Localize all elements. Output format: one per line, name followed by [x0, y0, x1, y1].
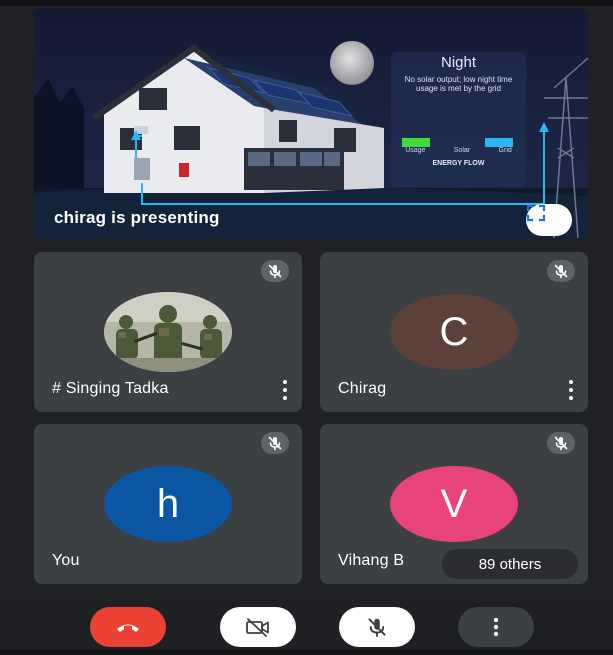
mic-off-icon: [554, 436, 568, 451]
camera-toggle-button[interactable]: [220, 607, 296, 647]
avatar-initial: V: [390, 466, 518, 542]
more-vertical-icon: [283, 380, 287, 384]
end-call-button[interactable]: [90, 607, 166, 647]
call-controls-bar: [0, 597, 613, 655]
mic-off-icon: [268, 436, 282, 451]
fullscreen-button[interactable]: [526, 204, 572, 236]
participant-tile[interactable]: # Singing Tadka: [34, 252, 302, 412]
flow-key-grid: Grid: [498, 147, 512, 154]
participant-name: # Singing Tadka: [52, 380, 169, 397]
presenting-label: chirag is presenting: [54, 208, 220, 227]
slide-title: Night: [440, 54, 477, 71]
mic-toggle-button[interactable]: [339, 607, 415, 647]
muted-badge: [547, 260, 575, 282]
mic-off-icon: [554, 264, 568, 279]
nav-edge: [0, 650, 613, 655]
camera-off-icon: [246, 618, 269, 637]
flow-title: ENERGY FLOW: [432, 160, 485, 167]
flow-key-usage: Usage: [405, 147, 426, 154]
participant-tile[interactable]: C Chirag: [320, 252, 588, 412]
status-edge: [0, 0, 613, 6]
slide-night-panel: Night No solar output; low night time us…: [391, 52, 526, 187]
avatar-initial: C: [390, 294, 518, 370]
meeting-screen: Night No solar output; low night time us…: [0, 0, 613, 655]
more-options-button[interactable]: [280, 380, 290, 400]
phone-hangup-icon: [117, 624, 139, 632]
participant-name: Vihang B: [338, 552, 405, 569]
presentation-tile[interactable]: Night No solar output; low night time us…: [34, 8, 588, 239]
soldiers-photo: [104, 292, 232, 372]
more-options-button[interactable]: [458, 607, 534, 647]
flow-keys: Usage Solar Grid: [391, 147, 526, 154]
mic-off-icon: [368, 618, 386, 637]
muted-badge: [261, 432, 289, 454]
flow-key-solar: Solar: [453, 147, 471, 154]
mic-off-icon: [268, 264, 282, 279]
muted-badge: [547, 432, 575, 454]
moon: [330, 41, 374, 85]
participant-name: Chirag: [338, 380, 387, 397]
more-vertical-icon: [493, 617, 499, 637]
slide-description: No solar output; low night time usage is…: [404, 75, 513, 93]
avatar-initial: h: [104, 466, 232, 542]
fullscreen-icon: [526, 204, 546, 222]
others-count-button[interactable]: 89 others: [442, 549, 578, 579]
participant-name: You: [52, 552, 80, 569]
more-vertical-icon: [569, 380, 573, 384]
avatar-photo: [104, 292, 232, 372]
participant-tile-self[interactable]: h You: [34, 424, 302, 584]
participant-tile[interactable]: V Vihang B 89 others: [320, 424, 588, 584]
more-options-button[interactable]: [566, 380, 576, 400]
muted-badge: [261, 260, 289, 282]
